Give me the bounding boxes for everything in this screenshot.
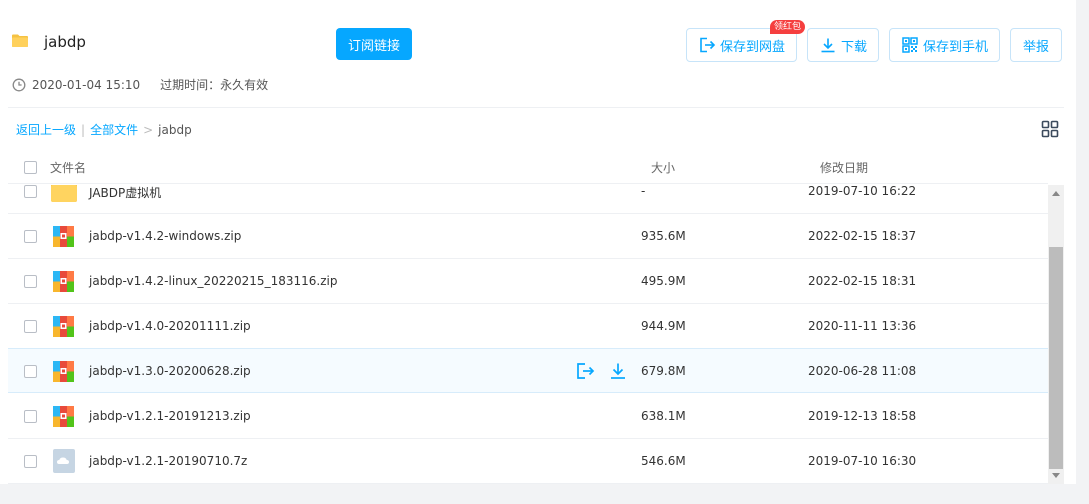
zip-icon [53,271,74,292]
file-size: 546.6M [641,454,686,468]
table-row[interactable]: jabdp-v1.2.1-20190710.7z 546.6M 2019-07-… [8,439,1048,484]
zip-icon [53,226,74,247]
breadcrumb-separator: | [81,122,86,137]
folder-icon [51,185,77,202]
column-date-header[interactable]: 修改日期 [820,159,868,176]
file-date: 2022-02-15 18:31 [808,274,917,288]
file-name[interactable]: jabdp-v1.4.2-windows.zip [89,229,241,243]
row-checkbox[interactable] [24,320,37,333]
table-row[interactable]: jabdp-v1.4.0-20201111.zip 944.9M 2020-11… [8,304,1048,349]
select-all-checkbox[interactable] [24,161,37,174]
download-icon [821,38,835,53]
table-row[interactable]: jabdp-v1.2.1-20191213.zip 638.1M 2019-12… [8,394,1048,439]
share-title: jabdp [44,33,86,51]
archive-icon [53,449,75,473]
row-checkbox[interactable] [24,410,37,423]
red-packet-badge[interactable]: 领红包 [770,20,806,34]
table-row[interactable]: jabdp-v1.4.2-linux_20220215_183116.zip 4… [8,259,1048,304]
file-name[interactable]: jabdp-v1.4.0-20201111.zip [89,319,251,333]
download-label: 下载 [840,39,867,55]
table-row[interactable]: JABDP虚拟机 - 2019-07-10 16:22 [8,185,1048,214]
clock-icon [12,78,26,91]
file-date: 2019-07-10 16:22 [808,185,917,198]
table-row[interactable]: jabdp-v1.3.0-20200628.zip 679.8M 2020-06… [8,348,1048,393]
subscribe-button[interactable]: 订阅链接 [336,28,412,60]
row-checkbox[interactable] [24,365,37,378]
file-size: - [641,185,646,198]
file-name[interactable]: JABDP虚拟机 [89,185,161,201]
save-to-cloud-label: 保存到网盘 [719,39,785,55]
file-size: 679.8M [641,364,686,378]
file-size: 638.1M [641,409,686,423]
row-download-icon[interactable] [608,361,628,381]
file-date: 2019-07-10 16:30 [808,454,917,468]
file-name[interactable]: jabdp-v1.4.2-linux_20220215_183116.zip [89,274,337,288]
row-checkbox[interactable] [24,185,37,198]
file-date: 2019-12-13 18:58 [808,409,917,423]
breadcrumb-chevron: > [143,122,154,137]
table-row[interactable]: jabdp-v1.4.2-windows.zip 935.6M 2022-02-… [8,214,1048,259]
scroll-up-arrow[interactable] [1052,191,1060,196]
file-name[interactable]: jabdp-v1.2.1-20190710.7z [89,454,247,468]
scrollbar-thumb[interactable] [1049,247,1063,469]
zip-icon [53,406,74,427]
table-header: 文件名 大小 修改日期 [8,150,1048,184]
save-to-cloud-icon [700,37,716,53]
download-button[interactable]: 下载 [807,28,879,62]
breadcrumb-back-link[interactable]: 返回上一级 [16,121,76,138]
breadcrumb-all-files-link[interactable]: 全部文件 [90,121,138,138]
file-date: 2020-11-11 13:36 [808,319,917,333]
scrollbar[interactable] [1048,185,1064,484]
file-name[interactable]: jabdp-v1.2.1-20191213.zip [89,409,251,423]
report-button[interactable]: 举报 [1010,28,1062,62]
created-time: 2020-01-04 15:10 [32,77,141,92]
header-divider [8,107,1064,108]
row-save-icon[interactable] [575,361,595,381]
file-size: 495.9M [641,274,686,288]
row-checkbox[interactable] [24,455,37,468]
row-checkbox[interactable] [24,230,37,243]
grid-view-icon[interactable] [1041,120,1059,138]
save-to-phone-button[interactable]: 保存到手机 [889,28,1000,62]
file-name[interactable]: jabdp-v1.3.0-20200628.zip [89,364,251,378]
row-checkbox[interactable] [24,275,37,288]
file-date: 2020-06-28 11:08 [808,364,917,378]
breadcrumb: 返回上一级 | 全部文件 > jabdp [16,121,192,138]
file-date: 2022-02-15 18:37 [808,229,917,243]
breadcrumb-current: jabdp [158,122,192,137]
expire-text: 过期时间：永久有效 [160,78,269,92]
qrcode-icon [902,37,918,53]
zip-icon [53,361,74,382]
save-to-phone-label: 保存到手机 [922,39,988,55]
file-list: JABDP虚拟机 - 2019-07-10 16:22 jabdp-v1.4.2… [8,185,1048,484]
scroll-down-arrow[interactable] [1052,473,1060,478]
file-size: 944.9M [641,319,686,333]
file-size: 935.6M [641,229,686,243]
column-size-header[interactable]: 大小 [651,159,675,176]
folder-icon [12,34,28,47]
share-meta: 2020-01-04 15:10 过期时间：永久有效 [12,76,268,93]
column-name-header[interactable]: 文件名 [50,159,86,176]
zip-icon [53,316,74,337]
share-panel: jabdp 订阅链接 保存到网盘 领红包 下载 保存到手机 举报 2020-01… [0,0,1076,484]
